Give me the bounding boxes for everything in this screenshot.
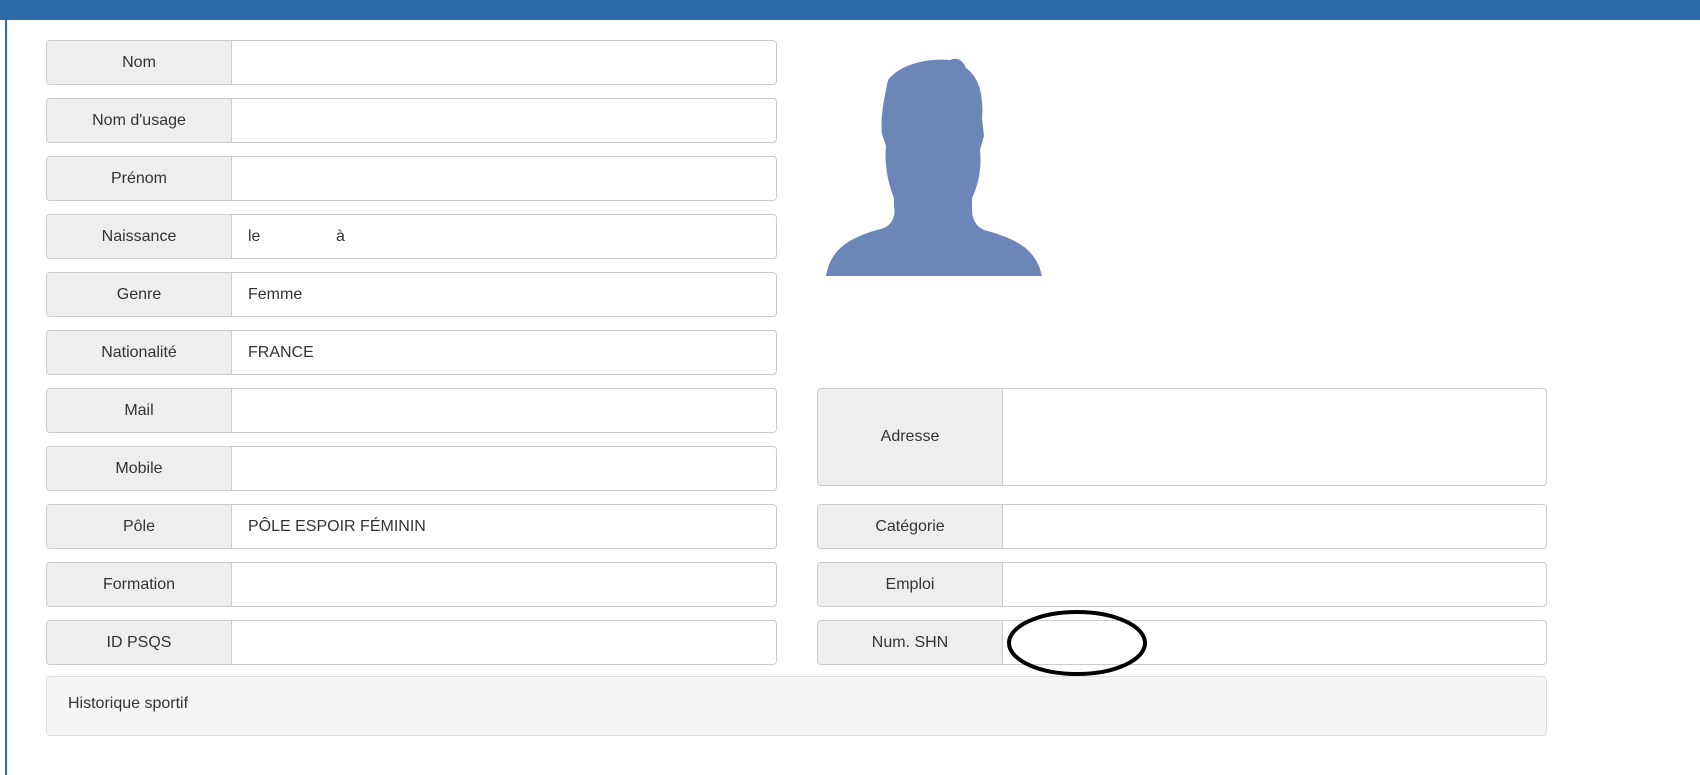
field-value-nom[interactable] [232, 41, 776, 84]
field-label-categorie: Catégorie [818, 505, 1003, 548]
field-label-mobile: Mobile [47, 447, 232, 490]
field-value-naissance[interactable]: le à [232, 215, 776, 258]
field-nom-usage: Nom d'usage [46, 98, 777, 143]
field-value-prenom[interactable] [232, 157, 776, 200]
field-value-mail[interactable] [232, 389, 776, 432]
field-prenom: Prénom [46, 156, 777, 201]
top-header-bar [0, 0, 1700, 20]
field-label-prenom: Prénom [47, 157, 232, 200]
field-id-psqs: ID PSQS [46, 620, 777, 665]
field-label-mail: Mail [47, 389, 232, 432]
field-label-pole: Pôle [47, 505, 232, 548]
field-value-num-shn[interactable] [1003, 621, 1546, 664]
profile-page: Nom Nom d'usage Prénom Naissance le à Ge… [0, 0, 1700, 775]
field-naissance: Naissance le à [46, 214, 777, 259]
field-label-nationalite: Nationalité [47, 331, 232, 374]
left-border [5, 20, 7, 775]
field-value-genre[interactable]: Femme [232, 273, 776, 316]
field-value-categorie[interactable] [1003, 505, 1546, 548]
field-label-id-psqs: ID PSQS [47, 621, 232, 664]
field-label-genre: Genre [47, 273, 232, 316]
field-adresse: Adresse [817, 388, 1547, 486]
field-emploi: Emploi [817, 562, 1547, 607]
field-label-nom: Nom [47, 41, 232, 84]
field-nationalite: Nationalité FRANCE [46, 330, 777, 375]
field-genre: Genre Femme [46, 272, 777, 317]
history-panel[interactable]: Historique sportif [46, 676, 1547, 736]
field-value-emploi[interactable] [1003, 563, 1546, 606]
field-mobile: Mobile [46, 446, 777, 491]
field-num-shn: Num. SHN [817, 620, 1547, 665]
field-pole: Pôle PÔLE ESPOIR FÉMININ [46, 504, 777, 549]
field-value-nationalite[interactable]: FRANCE [232, 331, 776, 374]
field-nom: Nom [46, 40, 777, 85]
field-value-mobile[interactable] [232, 447, 776, 490]
field-categorie: Catégorie [817, 504, 1547, 549]
avatar [826, 58, 1042, 277]
field-label-formation: Formation [47, 563, 232, 606]
field-value-adresse[interactable] [1003, 389, 1546, 485]
history-title: Historique sportif [68, 695, 189, 712]
field-label-naissance: Naissance [47, 215, 232, 258]
field-label-nom-usage: Nom d'usage [47, 99, 232, 142]
user-silhouette-icon [826, 58, 1042, 277]
field-label-emploi: Emploi [818, 563, 1003, 606]
field-value-pole[interactable]: PÔLE ESPOIR FÉMININ [232, 505, 776, 548]
field-label-num-shn: Num. SHN [818, 621, 1003, 664]
field-value-formation[interactable] [232, 563, 776, 606]
field-mail: Mail [46, 388, 777, 433]
field-formation: Formation [46, 562, 777, 607]
field-label-adresse: Adresse [818, 389, 1003, 485]
field-value-nom-usage[interactable] [232, 99, 776, 142]
field-value-id-psqs[interactable] [232, 621, 776, 664]
